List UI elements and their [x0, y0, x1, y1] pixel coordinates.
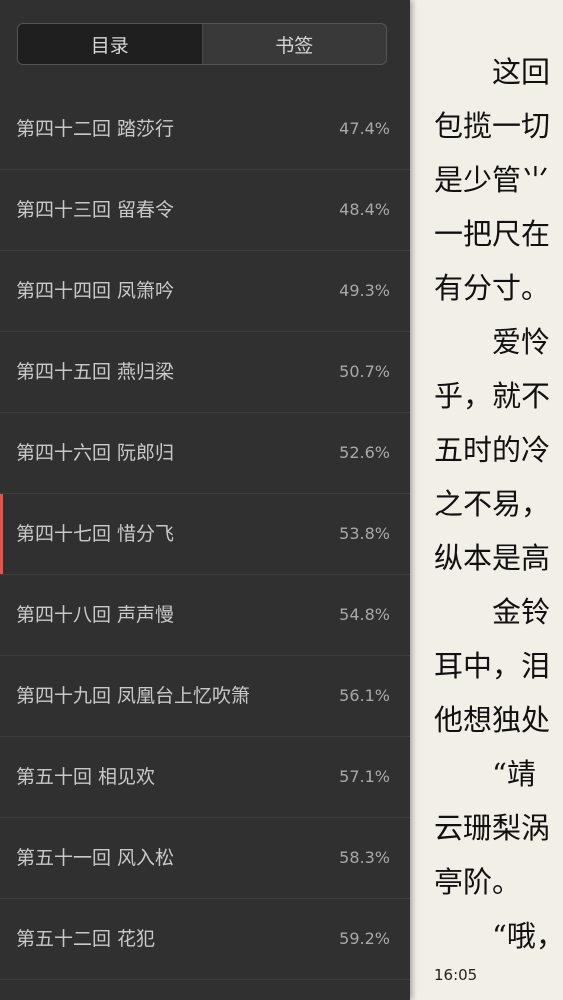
chapter-row[interactable]: 第四十五回 燕归梁 50.7%	[0, 332, 410, 413]
book-page[interactable]: 这回 包揽一切 是少管⺌ 一把尺在 有分寸。 爱怜 乎，就不 五时的冷 之不易，…	[410, 0, 563, 1000]
tab-contents[interactable]: 目录	[18, 24, 202, 64]
page-text-line: “靖	[434, 757, 536, 791]
chapter-progress-percent: 56.1%	[339, 686, 390, 705]
reader-screen: 目录 书签 第四十二回 踏莎行 47.4% 第四十三回 留春令 48.4% 第四…	[0, 0, 563, 1000]
table-of-contents-drawer: 目录 书签 第四十二回 踏莎行 47.4% 第四十三回 留春令 48.4% 第四…	[0, 0, 410, 1000]
chapter-row[interactable]: 第四十二回 踏莎行 47.4%	[0, 89, 410, 170]
chapter-progress-percent: 48.4%	[339, 200, 390, 219]
chapter-row[interactable]: 第四十四回 凤箫吟 49.3%	[0, 251, 410, 332]
chapter-progress-percent: 53.8%	[339, 524, 390, 543]
chapter-progress-percent: 50.7%	[339, 362, 390, 381]
page-text-line: 金铃	[434, 595, 551, 629]
chapter-row[interactable]: 第四十三回 留春令 48.4%	[0, 170, 410, 251]
chapter-title: 第四十四回 凤箫吟	[16, 280, 175, 302]
page-text-line: 五时的冷	[434, 433, 551, 467]
page-text-line: 云珊梨涡	[434, 811, 551, 845]
chapter-progress-percent: 54.8%	[339, 605, 390, 624]
chapter-title: 第四十九回 凤凰台上忆吹箫	[16, 685, 251, 707]
page-text-line: 耳中，泪	[434, 649, 551, 683]
chapter-row[interactable]: 第五十二回 花犯 59.2%	[0, 899, 410, 980]
page-text-line: 他想独处	[434, 703, 551, 737]
chapter-row[interactable]: 第四十六回 阮郎归 52.6%	[0, 413, 410, 494]
page-text-line: “哦，	[434, 919, 563, 953]
chapter-progress-percent: 52.6%	[339, 443, 390, 462]
page-text-line: 爱怜	[434, 325, 551, 359]
chapter-progress-percent: 57.1%	[339, 767, 390, 786]
chapter-title: 第四十六回 阮郎归	[16, 442, 175, 464]
chapter-title: 第四十二回 踏莎行	[16, 118, 175, 140]
page-text-line: 之不易，	[434, 487, 551, 521]
page-text-line: 乎，就不	[434, 379, 551, 413]
page-text-line: 一把尺在	[434, 217, 551, 251]
chapter-title: 第四十七回 惜分飞	[16, 523, 175, 545]
chapter-row[interactable]: 第五十一回 风入松 58.3%	[0, 818, 410, 899]
chapter-title: 第五十一回 风入松	[16, 847, 175, 869]
page-text-line: 包揽一切	[434, 109, 551, 143]
tab-bookmarks[interactable]: 书签	[201, 24, 387, 64]
page-text-line: 是少管⺌	[434, 163, 551, 197]
chapter-title: 第五十二回 花犯	[16, 928, 156, 950]
toc-bookmark-segmented-control: 目录 书签	[17, 23, 387, 65]
chapter-progress-percent: 58.3%	[339, 848, 390, 867]
page-text-line: 纵本是高	[434, 541, 551, 575]
page-text-line: 有分寸。	[434, 271, 551, 305]
chapter-list: 第四十二回 踏莎行 47.4% 第四十三回 留春令 48.4% 第四十四回 凤箫…	[0, 89, 410, 980]
chapter-title: 第四十五回 燕归梁	[16, 361, 175, 383]
chapter-progress-percent: 47.4%	[339, 119, 390, 138]
chapter-row[interactable]: 第四十八回 声声慢 54.8%	[0, 575, 410, 656]
page-text-line: 这回	[434, 55, 551, 89]
chapter-progress-percent: 49.3%	[339, 281, 390, 300]
chapter-title: 第四十八回 声声慢	[16, 604, 175, 626]
chapter-title: 第五十回 相见欢	[16, 766, 156, 788]
page-clock-time: 16:05	[434, 966, 478, 984]
chapter-row[interactable]: 第四十九回 凤凰台上忆吹箫 56.1%	[0, 656, 410, 737]
page-text-line: 亭阶。	[434, 865, 522, 899]
chapter-row[interactable]: 第五十回 相见欢 57.1%	[0, 737, 410, 818]
chapter-progress-percent: 59.2%	[339, 929, 390, 948]
chapter-title: 第四十三回 留春令	[16, 199, 175, 221]
chapter-row-current[interactable]: 第四十七回 惜分飞 53.8%	[0, 494, 410, 575]
